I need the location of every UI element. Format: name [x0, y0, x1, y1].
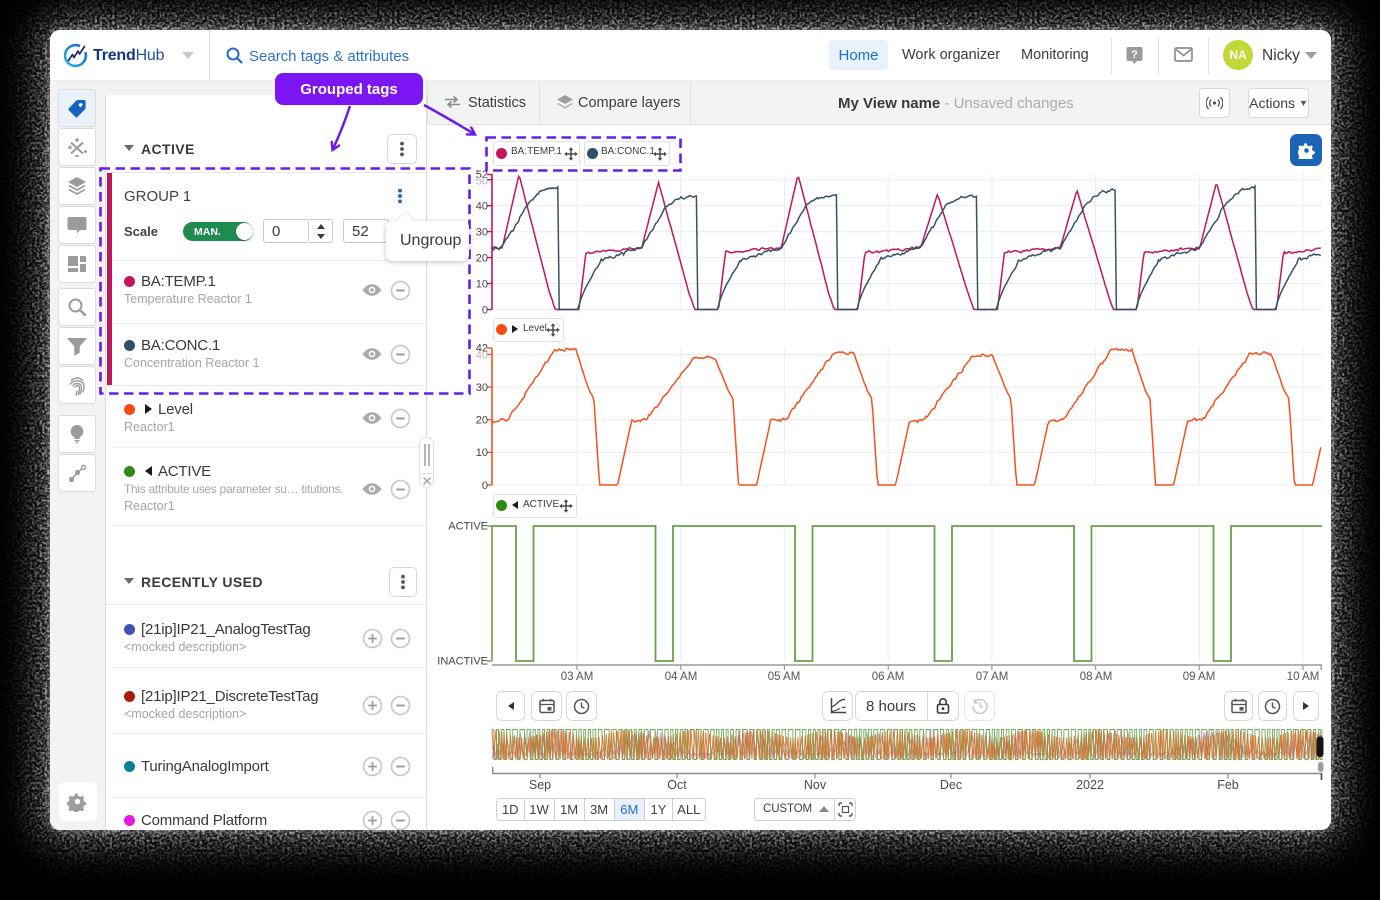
svg-text:30: 30: [476, 226, 488, 238]
svg-text:10: 10: [476, 447, 488, 459]
svg-text:Nov: Nov: [804, 778, 827, 792]
svg-text:07 AM: 07 AM: [976, 671, 1009, 683]
svg-text:40: 40: [476, 350, 488, 362]
svg-text:03 AM: 03 AM: [561, 671, 594, 683]
svg-text:20: 20: [476, 415, 488, 427]
svg-text:INACTIVE: INACTIVE: [437, 656, 488, 668]
svg-text:04 AM: 04 AM: [665, 671, 698, 683]
svg-text:05 AM: 05 AM: [768, 671, 801, 683]
svg-text:ACTIVE: ACTIVE: [448, 521, 488, 533]
svg-text:30: 30: [476, 382, 488, 394]
svg-text:0: 0: [482, 304, 488, 316]
svg-text:0: 0: [482, 480, 488, 492]
svg-text:40: 40: [476, 200, 488, 212]
svg-text:06 AM: 06 AM: [872, 671, 905, 683]
svg-text:Sep: Sep: [529, 778, 551, 792]
svg-text:2022: 2022: [1076, 778, 1104, 792]
svg-text:Dec: Dec: [940, 778, 962, 792]
svg-text:10 AM: 10 AM: [1287, 671, 1320, 683]
svg-text:10: 10: [476, 278, 488, 290]
svg-text:08 AM: 08 AM: [1080, 671, 1113, 683]
svg-text:50: 50: [476, 176, 488, 188]
svg-text:Feb: Feb: [1217, 778, 1239, 792]
svg-text:Oct: Oct: [667, 778, 687, 792]
svg-text:20: 20: [476, 252, 488, 264]
svg-text:09 AM: 09 AM: [1183, 671, 1216, 683]
svg-text:?: ?: [1131, 49, 1138, 61]
